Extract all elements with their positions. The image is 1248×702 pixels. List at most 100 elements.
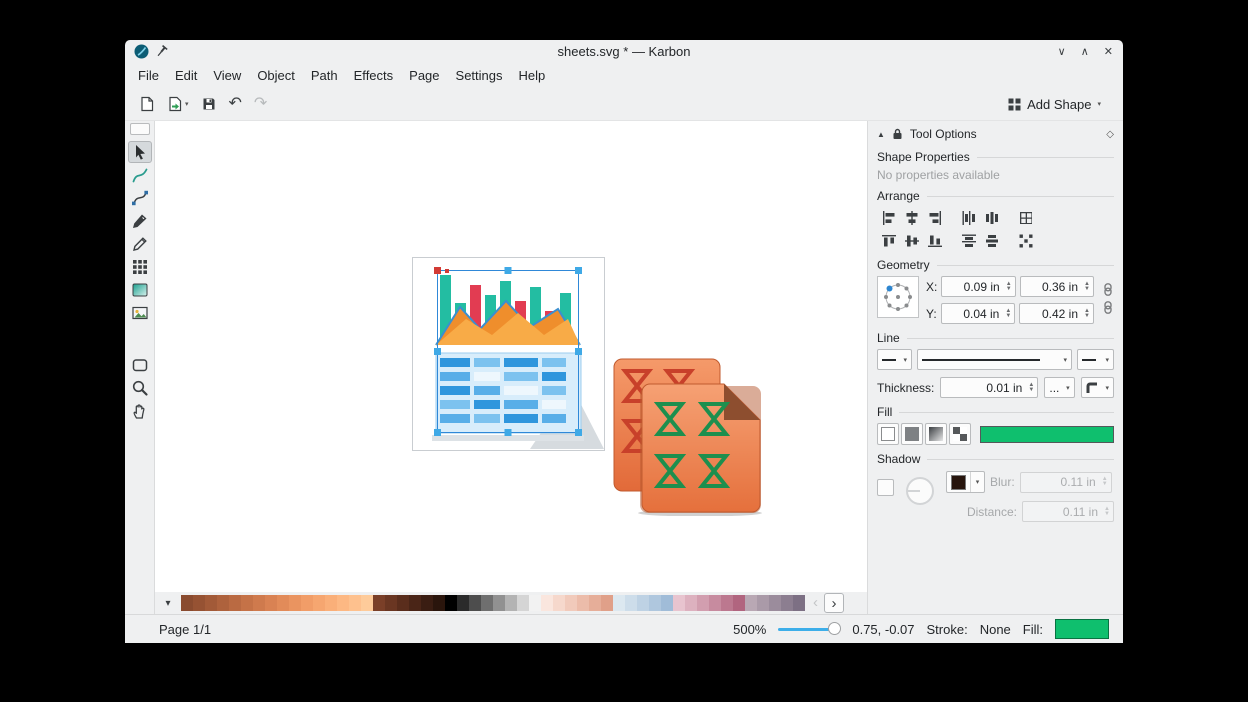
zoom-slider[interactable] [778,621,840,637]
menu-help[interactable]: Help [511,65,554,86]
palette-swatch[interactable] [289,595,301,611]
shadow-distance-spinbox[interactable]: 0.11 in▲▼ [1022,501,1114,522]
shadow-color-button[interactable]: ▾ [946,471,985,493]
palette-scroll-left-button[interactable]: ‹ [813,595,818,611]
dash-pattern-combo[interactable]: ...▾ [1044,377,1074,398]
shadow-angle-dial[interactable] [902,473,938,509]
palette-swatch[interactable] [733,595,745,611]
pattern-edit-tool[interactable] [128,256,152,278]
open-dropdown-icon[interactable]: ▾ [185,100,189,108]
distribute-top-button[interactable] [957,230,980,251]
palette-swatch[interactable] [337,595,349,611]
calligraphy-tool[interactable] [128,210,152,232]
canvas[interactable] [155,121,867,592]
menu-path[interactable]: Path [303,65,346,86]
menu-settings[interactable]: Settings [448,65,511,86]
toolbox-drag-handle[interactable] [130,123,150,135]
palette-swatch[interactable] [421,595,433,611]
palette-swatch[interactable] [265,595,277,611]
palette-swatch[interactable] [481,595,493,611]
palette-swatch[interactable] [565,595,577,611]
align-bottom-button[interactable] [923,230,946,251]
ungroup-button[interactable] [1014,230,1037,251]
line-end-marker-combo[interactable]: ▾ [1077,349,1114,370]
palette-swatch[interactable] [361,595,373,611]
palette-swatch[interactable] [181,595,193,611]
palette-swatch[interactable] [409,595,421,611]
minimize-button[interactable]: ∨ [1058,45,1066,58]
palette-swatch[interactable] [613,595,625,611]
palette-swatch[interactable] [349,595,361,611]
distribute-left-button[interactable] [957,207,980,228]
align-top-button[interactable] [877,230,900,251]
fill-gradient-button[interactable] [925,423,947,445]
palette-swatch[interactable] [637,595,649,611]
align-left-button[interactable] [877,207,900,228]
select-tool[interactable] [128,141,152,163]
shadow-enable-checkbox[interactable] [877,479,894,496]
palette-swatch[interactable] [745,595,757,611]
palette-scroll-right-button[interactable]: › [824,593,844,613]
edit-path-tool[interactable] [128,187,152,209]
dock-collapse-icon[interactable]: ▲ [877,130,885,139]
redo-button[interactable]: ↷ [254,96,267,112]
dock-float-icon[interactable]: ◇ [1106,129,1114,140]
palette-swatch[interactable] [205,595,217,611]
palette-swatch[interactable] [493,595,505,611]
palette-swatch[interactable] [469,595,481,611]
thickness-spinbox[interactable]: 0.01 in▲▼ [940,377,1038,398]
align-vcenter-button[interactable] [900,230,923,251]
fill-pattern-button[interactable] [949,423,971,445]
save-button[interactable] [201,96,217,112]
shadow-blur-spinbox[interactable]: 0.11 in▲▼ [1020,472,1112,493]
menu-edit[interactable]: Edit [167,65,205,86]
palette-swatch[interactable] [793,595,805,611]
palette-swatch[interactable] [769,595,781,611]
pencil-tool[interactable] [128,233,152,255]
palette-swatch[interactable] [685,595,697,611]
palette-swatch[interactable] [721,595,733,611]
fill-color-swatch[interactable] [980,426,1114,443]
x-position-spinbox[interactable]: 0.09 in▲▼ [941,276,1015,297]
join-cap-combo[interactable]: ▾ [1081,377,1114,398]
align-right-button[interactable] [923,207,946,228]
menu-view[interactable]: View [205,65,249,86]
group-button[interactable] [1014,207,1037,228]
add-shape-button[interactable]: Add Shape ▾ [1000,93,1109,116]
menu-effects[interactable]: Effects [346,65,402,86]
palette-swatch[interactable] [445,595,457,611]
palette-swatch[interactable] [241,595,253,611]
image-effects-tool[interactable] [128,302,152,324]
palette-swatch[interactable] [697,595,709,611]
pan-tool[interactable] [128,400,152,422]
palette-swatch[interactable] [277,595,289,611]
palette-swatch[interactable] [229,595,241,611]
palette-swatch[interactable] [589,595,601,611]
palette-swatch[interactable] [433,595,445,611]
maximize-button[interactable]: ∧ [1081,45,1089,58]
freehand-path-tool[interactable] [128,164,152,186]
palette-swatch[interactable] [385,595,397,611]
fill-none-button[interactable] [877,423,899,445]
fill-solid-button[interactable] [901,423,923,445]
menu-page[interactable]: Page [401,65,447,86]
palette-swatch[interactable] [505,595,517,611]
palette-swatch[interactable] [649,595,661,611]
y-position-spinbox[interactable]: 0.04 in▲▼ [941,303,1016,324]
palette-swatch[interactable] [325,595,337,611]
palette-swatch[interactable] [517,595,529,611]
lock-icon[interactable] [892,128,903,140]
selection-overlay[interactable] [433,266,583,438]
palette-swatch[interactable] [541,595,553,611]
link-size-icon[interactable] [1103,301,1113,314]
menu-file[interactable]: File [130,65,167,86]
close-button[interactable]: ✕ [1104,45,1113,58]
zoom-tool[interactable] [128,377,152,399]
palette-swatch[interactable] [217,595,229,611]
palette-swatch[interactable] [529,595,541,611]
palette-swatch[interactable] [397,595,409,611]
palette-swatch[interactable] [301,595,313,611]
line-style-combo[interactable]: ▾ [917,349,1072,370]
palette-swatch[interactable] [709,595,721,611]
link-position-icon[interactable] [1103,283,1113,296]
